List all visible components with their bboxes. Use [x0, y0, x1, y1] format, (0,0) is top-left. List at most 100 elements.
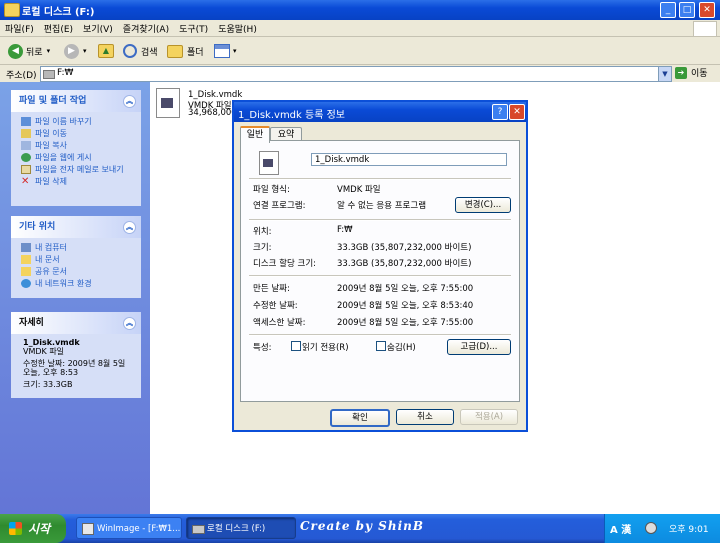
accessed-value: 2009년 8월 5일 오늘, 오후 7:55:00 [337, 318, 474, 328]
menu-favorites[interactable]: 즐겨찾기(A) [118, 20, 174, 37]
menu-help[interactable]: 도움말(H) [213, 20, 262, 37]
opens-with-label: 연결 프로그램: [253, 201, 306, 211]
other-places-header[interactable]: 기타 위치 ︽ [11, 216, 141, 238]
folder-up-icon: ▲ [98, 44, 114, 58]
address-input[interactable]: F:₩ ▼ [40, 66, 672, 82]
menu-file[interactable]: 파일(F) [0, 20, 39, 37]
minimize-button[interactable]: _ [660, 2, 676, 18]
readonly-checkbox[interactable] [291, 341, 301, 351]
disk-size-value: 33.3GB (35,807,232,000 바이트) [337, 259, 472, 269]
views-button[interactable]: ▾ [214, 42, 237, 60]
details-filename: 1_Disk.vmdk [23, 338, 80, 347]
winimage-icon [82, 523, 94, 535]
search-icon [123, 44, 137, 58]
folder-icon [4, 3, 20, 17]
collapse-icon[interactable]: ︽ [123, 221, 136, 234]
cancel-button[interactable]: 취소 [396, 409, 454, 425]
place-shared-documents[interactable]: 공유 문서 [21, 267, 137, 276]
clock: 오후 9:01 [669, 525, 709, 535]
watermark-text: Create by ShinB [300, 519, 424, 533]
up-button[interactable]: ▲ [98, 42, 114, 60]
maximize-button[interactable]: □ [679, 2, 695, 18]
change-button[interactable]: 변경(C)... [455, 197, 511, 213]
folders-button[interactable]: 폴더 [167, 42, 204, 60]
accessed-label: 액세스한 날짜: [253, 318, 306, 328]
task-email[interactable]: 파일을 전자 메일로 보내기 [21, 165, 137, 174]
windows-logo-icon [693, 21, 717, 37]
move-icon [21, 129, 31, 138]
apply-button[interactable]: 적용(A) [460, 409, 518, 425]
advanced-button[interactable]: 고급(D)... [447, 339, 511, 355]
menu-view[interactable]: 보기(V) [78, 20, 118, 37]
task-rename[interactable]: 파일 이름 바꾸기 [21, 117, 137, 126]
details-type: VMDK 파일 [23, 347, 65, 356]
menu-tools[interactable]: 도구(T) [174, 20, 213, 37]
search-button[interactable]: 검색 [123, 42, 158, 60]
delete-icon: ✕ [21, 176, 30, 187]
hidden-checkbox[interactable] [376, 341, 386, 351]
readonly-label[interactable]: 읽기 전용(R) [302, 341, 349, 353]
back-arrow-icon: ◀ [8, 43, 23, 59]
created-value: 2009년 8월 5일 오늘, 오후 7:55:00 [337, 284, 474, 294]
ime-indicator[interactable]: A 漢 [610, 521, 631, 536]
location-value: F:₩ [337, 225, 353, 235]
task-publish-web[interactable]: 파일을 웹에 게시 [21, 153, 137, 162]
attributes-label: 특성: [253, 343, 272, 353]
menu-edit[interactable]: 편집(E) [39, 20, 78, 37]
folders-icon [167, 44, 183, 58]
system-tray: A 漢 오후 9:01 [604, 514, 720, 543]
forward-button[interactable]: ▶ ▾ [64, 42, 87, 60]
chevron-down-icon: ▾ [46, 47, 51, 55]
dialog-close-button[interactable]: ✕ [509, 104, 525, 120]
chevron-down-icon: ▾ [233, 47, 237, 55]
title-bar[interactable]: 로컬 디스크 (F:) _ □ ✕ [0, 0, 720, 20]
network-tray-icon[interactable] [645, 522, 657, 534]
collapse-icon[interactable]: ︽ [123, 95, 136, 108]
place-my-documents[interactable]: 내 문서 [21, 255, 137, 264]
ok-button[interactable]: 확인 [330, 409, 390, 427]
task-delete[interactable]: ✕ 파일 삭제 [21, 176, 137, 187]
disk-size-label: 디스크 할당 크기: [253, 259, 317, 269]
task-local-disk[interactable]: 로컬 디스크 (F:) [186, 517, 296, 539]
properties-dialog: 1_Disk.vmdk 등록 정보 ? ✕ 일반 요약 1_Disk.vmdk … [232, 100, 528, 432]
hidden-label[interactable]: 숨김(H) [387, 341, 416, 353]
help-button[interactable]: ? [492, 104, 508, 120]
address-label: 주소(D) [6, 71, 37, 81]
modified-label: 수정한 날짜: [253, 301, 298, 311]
file-tasks-panel: 파일 및 폴더 작업 ︽ 파일 이름 바꾸기 파일 이동 파일 복사 파일을 웹에… [11, 90, 141, 206]
file-tasks-header[interactable]: 파일 및 폴더 작업 ︽ [11, 90, 141, 112]
collapse-icon[interactable]: ︽ [123, 317, 136, 330]
task-pane: 파일 및 폴더 작업 ︽ 파일 이름 바꾸기 파일 이동 파일 복사 파일을 웹에… [0, 82, 150, 514]
dialog-title-bar[interactable]: 1_Disk.vmdk 등록 정보 ? ✕ [234, 102, 526, 122]
place-my-computer[interactable]: 내 컴퓨터 [21, 243, 137, 252]
type-label: 파일 형식: [253, 185, 290, 195]
other-places-panel: 기타 위치 ︽ 내 컴퓨터 내 문서 공유 문서 내 네트워크 환경 [11, 216, 141, 298]
rename-icon [21, 117, 31, 126]
size-label: 크기: [253, 243, 272, 253]
close-button[interactable]: ✕ [699, 2, 715, 18]
drive-icon [43, 70, 55, 79]
details-header[interactable]: 자세히 ︽ [11, 312, 141, 334]
details-modified: 수정한 날짜: 2009년 8월 5일 오늘, 오후 8:53 [23, 359, 126, 377]
go-button[interactable]: ➔ 이동 [675, 66, 708, 79]
address-dropdown-button[interactable]: ▼ [658, 67, 671, 81]
opens-with-value: 알 수 없는 응용 프로그램 [337, 201, 427, 211]
views-icon [214, 44, 230, 58]
chevron-down-icon: ▾ [83, 47, 87, 55]
go-arrow-icon: ➔ [675, 66, 687, 79]
filename-input[interactable]: 1_Disk.vmdk [311, 153, 507, 166]
forward-arrow-icon: ▶ [64, 43, 79, 59]
tab-general[interactable]: 일반 [240, 126, 270, 143]
task-move[interactable]: 파일 이동 [21, 129, 137, 138]
type-value: VMDK 파일 [337, 185, 381, 195]
copy-icon [21, 141, 31, 150]
place-network[interactable]: 내 네트워크 환경 [21, 279, 137, 288]
network-icon [21, 279, 31, 288]
task-copy[interactable]: 파일 복사 [21, 141, 137, 150]
shared-folder-icon [21, 267, 31, 276]
task-winimage[interactable]: WinImage - [F:₩1... [76, 517, 182, 539]
back-button[interactable]: ◀ 뒤로 ▾ [8, 42, 50, 60]
start-button[interactable]: 시작 [0, 514, 66, 543]
location-label: 위치: [253, 227, 272, 237]
vmdk-file-icon [156, 88, 180, 118]
